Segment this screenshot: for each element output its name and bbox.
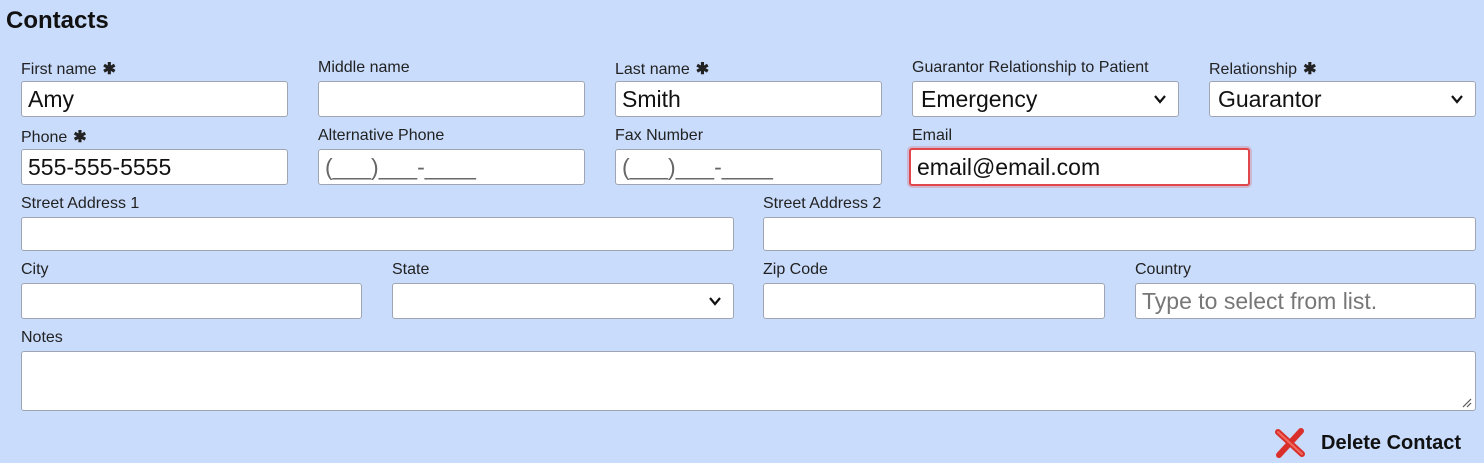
delete-contact-label: Delete Contact [1321,431,1462,454]
chevron-down-icon [1451,95,1463,104]
resize-handle-icon[interactable] [1460,396,1472,408]
phone-input[interactable] [21,149,288,185]
delete-x-icon [1275,428,1305,458]
relationship-value: Guarantor [1218,85,1322,112]
first-name-label: First name ✱ [21,61,116,78]
alt-phone-input[interactable] [318,149,585,185]
relationship-select[interactable]: Guarantor [1209,81,1476,117]
email-input[interactable] [909,148,1250,186]
first-name-input[interactable] [21,81,288,117]
notes-textarea[interactable] [21,351,1476,411]
relationship-label: Relationship ✱ [1209,61,1317,78]
country-label: Country [1135,261,1192,278]
chevron-down-icon [709,297,721,306]
required-icon: ✱ [695,61,710,78]
street1-input[interactable] [21,217,734,251]
guarantor-relationship-label: Guarantor Relationship to Patient [912,59,1149,76]
zip-label: Zip Code [763,261,828,278]
state-select[interactable] [392,283,734,319]
city-input[interactable] [21,283,362,319]
section-title: Contacts [6,7,109,34]
chevron-down-icon [1154,95,1166,104]
zip-input[interactable] [763,283,1105,319]
state-label: State [392,261,430,278]
required-icon: ✱ [73,129,87,146]
required-icon: ✱ [1303,61,1317,78]
street2-label: Street Address 2 [763,195,882,212]
guarantor-relationship-select[interactable]: Emergency [912,81,1179,117]
phone-label: Phone ✱ [21,129,87,146]
alt-phone-label: Alternative Phone [318,127,445,144]
fax-input[interactable] [615,149,882,185]
last-name-label: Last name ✱ [615,61,710,78]
delete-contact-button[interactable]: Delete Contact [1273,426,1461,460]
required-icon: ✱ [102,61,116,78]
street2-input[interactable] [763,217,1476,251]
country-input[interactable] [1135,283,1476,319]
notes-label: Notes [21,329,63,346]
fax-label: Fax Number [615,127,704,144]
middle-name-label: Middle name [318,59,410,76]
middle-name-input[interactable] [318,81,585,117]
guarantor-relationship-value: Emergency [921,85,1038,112]
last-name-input[interactable] [615,81,882,117]
street1-label: Street Address 1 [21,195,140,212]
city-label: City [21,261,49,278]
email-label: Email [912,127,953,144]
